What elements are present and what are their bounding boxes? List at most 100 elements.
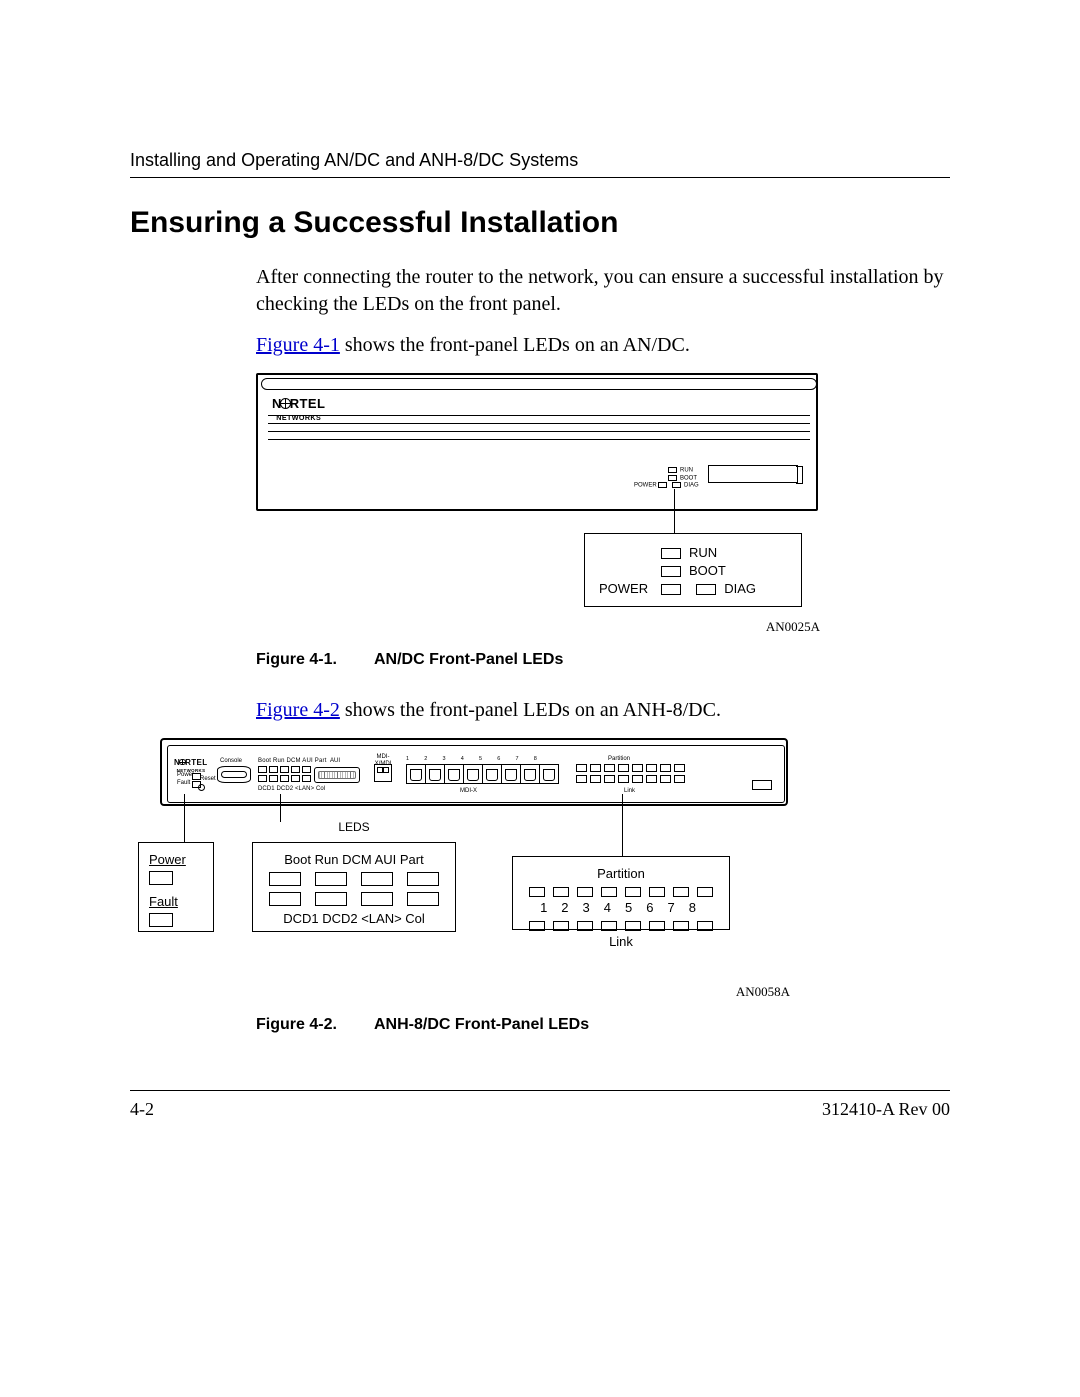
intro-paragraph: After connecting the router to the netwo… [256, 264, 950, 318]
andc-router-chassis: NRTEL NETWORKS RUN BOOT POWER DIAG [256, 373, 818, 511]
running-header: Installing and Operating AN/DC and ANH-8… [130, 150, 950, 178]
link-label-tiny: Link [624, 788, 635, 795]
partition-link-callout: Partition 12345678 Link [512, 856, 730, 930]
section-heading: Ensuring a Successful Installation [130, 206, 950, 240]
andc-led-cluster: RUN BOOT POWER DIAG [634, 467, 699, 490]
led-icon [269, 892, 301, 906]
diag-led-label: DIAG [724, 581, 756, 596]
figure-4-1-link[interactable]: Figure 4-1 [256, 334, 340, 356]
rj45-port-icon [520, 764, 540, 784]
power-led-icon [661, 584, 681, 595]
status-led-bottom-labels: DCD1 DCD2 <LAN> Col [263, 910, 445, 927]
power-fault-callout: Power Fault [138, 842, 214, 932]
andc-led-callout: RUN BOOT POWER DIAG [584, 533, 802, 607]
fig41-reference-paragraph: Figure 4-1 shows the front-panel LEDs on… [256, 332, 950, 359]
fig42-reference-paragraph: Figure 4-2 shows the front-panel LEDs on… [256, 697, 950, 724]
led-icon [625, 921, 641, 931]
rj45-port-icon [463, 764, 483, 784]
page-footer: 4-2 312410-A Rev 00 [130, 1090, 950, 1120]
led-icon [673, 887, 689, 897]
partition-label-tiny: Partition [608, 756, 630, 763]
fault-callout-label: Fault [149, 893, 203, 910]
reset-label: Reset [200, 776, 216, 783]
figure-4-1: NRTEL NETWORKS RUN BOOT POWER DIAG RUN B… [256, 373, 820, 613]
rj45-port-icon [444, 764, 464, 784]
led-strip-top-labels: Boot Run DCM AUI Part [258, 758, 327, 765]
boot-led-label: BOOT [689, 563, 726, 578]
led-strip-bottom-labels: DCD1 DCD2 <LAN> Col [258, 786, 325, 793]
port-number-labels: 12345678 [531, 899, 719, 916]
figure-4-2: NRTEL NETWORKS Console Power Fault Reset… [160, 738, 790, 978]
status-led-strip-icon [258, 766, 311, 782]
rj45-port-row [406, 764, 558, 784]
figure-4-1-artcode: AN0025A [256, 619, 820, 635]
led-icon [315, 872, 347, 886]
led-icon [553, 887, 569, 897]
rj45-port-icon [482, 764, 502, 784]
led-icon [697, 887, 713, 897]
led-icon [649, 921, 665, 931]
figure-4-2-artcode: AN0058A [130, 984, 790, 1000]
led-icon [577, 887, 593, 897]
run-led-icon [661, 548, 681, 559]
led-icon [601, 921, 617, 931]
link-callout-label: Link [523, 933, 719, 950]
led-icon [315, 892, 347, 906]
page-number: 4-2 [130, 1099, 154, 1120]
diag-led-icon [696, 584, 716, 595]
callout-connector-line [622, 794, 623, 856]
rj45-port-icon [501, 764, 521, 784]
led-icon [361, 892, 393, 906]
callout-connector-line [674, 489, 675, 533]
expansion-card-slot [708, 465, 798, 483]
aui-port-icon [314, 767, 360, 783]
fig42-ref-tail: shows the front-panel LEDs on an ANH-8/D… [340, 699, 721, 721]
figure-4-2-caption: Figure 4-2.ANH-8/DC Front-Panel LEDs [256, 1016, 950, 1034]
led-icon [673, 921, 689, 931]
aui-port-label: AUI [330, 758, 340, 765]
console-port-icon [217, 766, 251, 783]
status-led-top-labels: Boot Run DCM AUI Part [263, 851, 445, 868]
leds-callout-title: LEDS [252, 820, 456, 834]
rj45-port-icon [425, 764, 445, 784]
fault-label-tiny: Fault [177, 780, 190, 787]
led-icon [529, 921, 545, 931]
nortel-networks-logo: NRTEL NETWORKS [174, 758, 208, 773]
led-icon [625, 887, 641, 897]
led-icon [553, 921, 569, 931]
vent-icon [752, 780, 772, 790]
led-icon [649, 887, 665, 897]
callout-connector-line [184, 794, 185, 842]
led-icon [577, 921, 593, 931]
led-icon [407, 872, 439, 886]
led-icon [529, 887, 545, 897]
power-led-icon [149, 871, 173, 885]
fault-led-icon [149, 913, 173, 927]
power-led-label: POWER [599, 580, 661, 598]
rj45-port-numbers: 12345678 [406, 756, 552, 762]
power-callout-label: Power [149, 851, 203, 868]
boot-led-icon [661, 566, 681, 577]
run-led-label: RUN [689, 545, 717, 560]
mdix-bar-label: MDI-X [460, 788, 477, 795]
mdix-switch-icon [374, 764, 392, 782]
led-icon [361, 872, 393, 886]
rj45-port-icon [406, 764, 426, 784]
led-icon [269, 872, 301, 886]
reset-button-icon [198, 784, 205, 791]
partition-link-led-grid-icon [576, 764, 685, 783]
callout-connector-line [280, 794, 281, 822]
fig41-ref-tail: shows the front-panel LEDs on an AN/DC. [340, 334, 690, 356]
document-id: 312410-A Rev 00 [822, 1099, 950, 1120]
partition-callout-label: Partition [523, 865, 719, 882]
status-leds-callout: Boot Run DCM AUI Part DCD1 DCD2 <LAN> Co… [252, 842, 456, 932]
led-icon [697, 921, 713, 931]
led-icon [601, 887, 617, 897]
figure-4-1-caption: Figure 4-1.AN/DC Front-Panel LEDs [256, 651, 950, 669]
console-label: Console [220, 758, 242, 765]
led-icon [407, 892, 439, 906]
rj45-port-icon [539, 764, 559, 784]
figure-4-2-link[interactable]: Figure 4-2 [256, 699, 340, 721]
nortel-networks-logo: NRTEL NETWORKS [272, 397, 325, 421]
anh8dc-hub-chassis: NRTEL NETWORKS Console Power Fault Reset… [160, 738, 788, 806]
